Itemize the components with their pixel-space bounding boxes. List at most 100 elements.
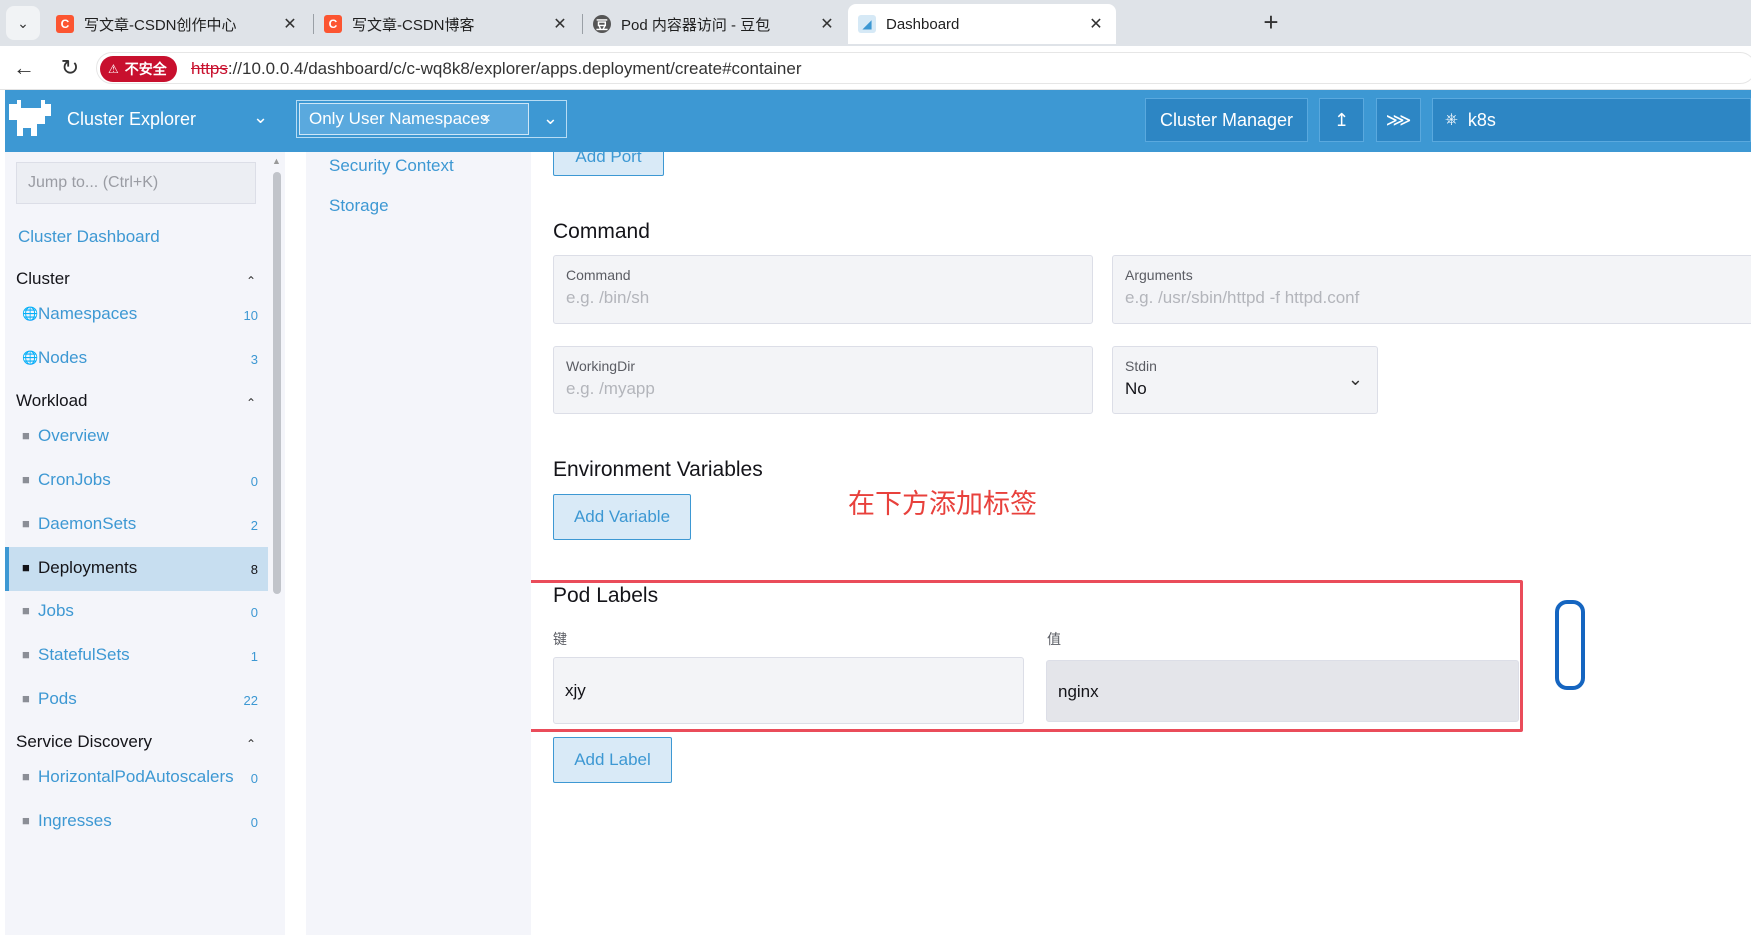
insecure-badge[interactable]: ⚠ 不安全: [100, 56, 177, 82]
sidebar-item-label: Ingresses: [38, 811, 112, 830]
sidebar-item-cronjobs[interactable]: ■ CronJobs 0: [5, 459, 268, 503]
sidebar-item-nodes[interactable]: 🌐 Nodes 3: [5, 337, 268, 381]
annotation-note: 在下方添加标签: [848, 489, 1037, 519]
new-tab-plus-icon[interactable]: +: [1258, 9, 1284, 36]
sidebar-item-namespaces[interactable]: 🌐 Namespaces 10: [5, 293, 268, 337]
workingdir-field[interactable]: WorkingDir e.g. /myapp: [553, 346, 1093, 414]
container-form: Add Port Command Command e.g. /bin/sh Ar…: [531, 152, 1751, 935]
rancher-favicon-icon: ◢: [858, 15, 876, 33]
sidebar-item-count: 0: [250, 771, 258, 786]
insecure-label: 不安全: [124, 61, 167, 77]
close-tab-icon[interactable]: ✕: [550, 14, 570, 34]
sidebar-group-workload[interactable]: Workload: [16, 391, 88, 411]
csdn-favicon-icon: C: [324, 15, 342, 33]
label-key-input[interactable]: xjy: [553, 657, 1024, 724]
add-variable-button[interactable]: Add Variable: [553, 494, 691, 540]
import-yaml-upload-icon[interactable]: ↥: [1319, 98, 1364, 142]
sidebar-item-hpa[interactable]: ■ HorizontalPodAutoscalers 0: [5, 756, 268, 800]
sidebar-item-label: CronJobs: [38, 470, 111, 489]
browser-tab-title: Dashboard: [886, 15, 960, 33]
chevron-down-icon[interactable]: ⌄: [253, 107, 268, 128]
sidebar-item-label: Deployments: [38, 558, 138, 577]
sidebar-item-ingresses[interactable]: ■ Ingresses 0: [5, 800, 268, 844]
url-field[interactable]: ⚠ 不安全 https://10.0.0.4/dashboard/c/c-wq8…: [96, 52, 1751, 84]
folder-icon: ■: [22, 769, 30, 784]
rancher-logo-svg: [9, 100, 51, 136]
sidebar-item-jobs[interactable]: ■ Jobs 0: [5, 590, 268, 634]
chevron-down-icon: ⌄: [1347, 369, 1363, 389]
add-port-button[interactable]: Add Port: [553, 152, 664, 176]
cluster-manager-button[interactable]: Cluster Manager: [1145, 98, 1308, 142]
sidebar-item-daemonsets[interactable]: ■ DaemonSets 2: [5, 503, 268, 547]
chevron-up-icon[interactable]: ⌃: [246, 396, 256, 410]
tab-storage[interactable]: Storage: [329, 196, 389, 216]
browser-tab-title: Pod 内容器访问 - 豆包: [621, 16, 771, 34]
tab-search-chevron-icon[interactable]: ⌄: [6, 6, 40, 40]
product-name[interactable]: Cluster Explorer: [67, 109, 196, 130]
stdin-select[interactable]: Stdin No ⌄: [1112, 346, 1378, 414]
browser-tab-strip: ⌄ C 写文章-CSDN创作中心 ✕ C 写文章-CSDN博客 ✕ 豆 Pod …: [0, 0, 1751, 46]
browser-tab-csdn-blog[interactable]: C 写文章-CSDN博客 ✕: [314, 4, 580, 44]
cluster-name: k8s: [1467, 109, 1496, 130]
folder-icon: ■: [22, 691, 30, 706]
value-column-label: 值: [1047, 631, 1061, 647]
cluster-switcher[interactable]: ⎈ k8s: [1432, 98, 1751, 142]
jump-to-search-input[interactable]: Jump to... (Ctrl+K): [16, 162, 256, 204]
close-tab-icon[interactable]: ✕: [280, 14, 300, 34]
arguments-field[interactable]: Arguments e.g. /usr/sbin/httpd -f httpd.…: [1112, 255, 1751, 324]
label-value-input[interactable]: nginx: [1046, 660, 1519, 722]
browser-tab-csdn-creator[interactable]: C 写文章-CSDN创作中心 ✕: [46, 4, 310, 44]
namespace-filter[interactable]: Only User Namespaces × ⌄: [296, 100, 567, 138]
sidebar-item-count: 0: [250, 605, 258, 620]
url-text: https://10.0.0.4/dashboard/c/c-wq8k8/exp…: [191, 59, 802, 79]
folder-icon: ■: [22, 428, 30, 443]
field-placeholder: e.g. /usr/sbin/httpd -f httpd.conf: [1125, 288, 1360, 307]
reload-icon[interactable]: ↻: [56, 54, 84, 82]
browser-tab-title: 写文章-CSDN博客: [352, 16, 475, 34]
remove-chip-icon[interactable]: ×: [482, 110, 491, 127]
sidebar-item-label: Jobs: [38, 601, 74, 620]
add-label-button[interactable]: Add Label: [553, 737, 672, 783]
sidebar-item-label: StatefulSets: [38, 645, 130, 664]
close-tab-icon[interactable]: ✕: [1086, 14, 1106, 34]
field-placeholder: e.g. /myapp: [566, 379, 655, 398]
sidebar-item-statefulsets[interactable]: ■ StatefulSets 1: [5, 634, 268, 678]
scroll-up-arrow-icon[interactable]: ▲: [272, 156, 281, 166]
url-path: ://10.0.0.4/dashboard/c/c-wq8k8/explorer…: [227, 59, 802, 78]
folder-icon: ■: [22, 813, 30, 828]
namespace-filter-chip: Only User Namespaces: [299, 103, 529, 135]
key-column-label: 键: [553, 631, 567, 647]
sidebar-group-cluster[interactable]: Cluster: [16, 269, 70, 289]
folder-icon: ■: [22, 516, 30, 531]
doubao-favicon-icon: 豆: [593, 15, 611, 33]
back-arrow-icon[interactable]: ←: [10, 54, 38, 82]
namespace-filter-label: Only User Namespaces: [309, 109, 489, 128]
sidebar-scrollbar[interactable]: [273, 172, 281, 594]
rancher-logo-icon[interactable]: [7, 98, 53, 142]
sidebar-item-overview[interactable]: ■ Overview: [5, 415, 268, 459]
close-tab-icon[interactable]: ✕: [817, 14, 837, 34]
floating-assistant-widget[interactable]: [1555, 600, 1585, 690]
sidebar-item-cluster-dashboard[interactable]: Cluster Dashboard: [18, 227, 160, 247]
sidebar-item-label: HorizontalPodAutoscalers: [38, 767, 234, 786]
sidebar-group-service-discovery[interactable]: Service Discovery: [16, 732, 152, 752]
browser-tab-doubao[interactable]: 豆 Pod 内容器访问 - 豆包 ✕: [583, 4, 847, 44]
chevron-down-icon[interactable]: ⌄: [543, 108, 558, 129]
folder-icon: ■: [22, 472, 30, 487]
sidebar-item-pods[interactable]: ■ Pods 22: [5, 678, 268, 722]
command-field[interactable]: Command e.g. /bin/sh: [553, 255, 1093, 324]
field-label: WorkingDir: [566, 358, 635, 374]
tab-security-context[interactable]: Security Context: [329, 156, 454, 176]
kubectl-shell-icon[interactable]: ⋙: [1376, 98, 1421, 142]
browser-address-bar: ← ↻ ⚠ 不安全 https://10.0.0.4/dashboard/c/c…: [0, 46, 1751, 90]
folder-icon: ■: [22, 647, 30, 662]
browser-tab-dashboard[interactable]: ◢ Dashboard ✕: [848, 4, 1116, 44]
csdn-favicon-icon: C: [56, 15, 74, 33]
field-label: Command: [566, 267, 631, 283]
container-form-tabs: Security Context Storage: [306, 152, 531, 935]
chevron-up-icon[interactable]: ⌃: [246, 737, 256, 751]
sidebar-item-label: Namespaces: [38, 304, 138, 323]
sidebar-item-deployments[interactable]: ■ Deployments 8: [5, 547, 268, 591]
chevron-up-icon[interactable]: ⌃: [246, 274, 256, 288]
sidebar-item-count: 1: [250, 649, 258, 664]
